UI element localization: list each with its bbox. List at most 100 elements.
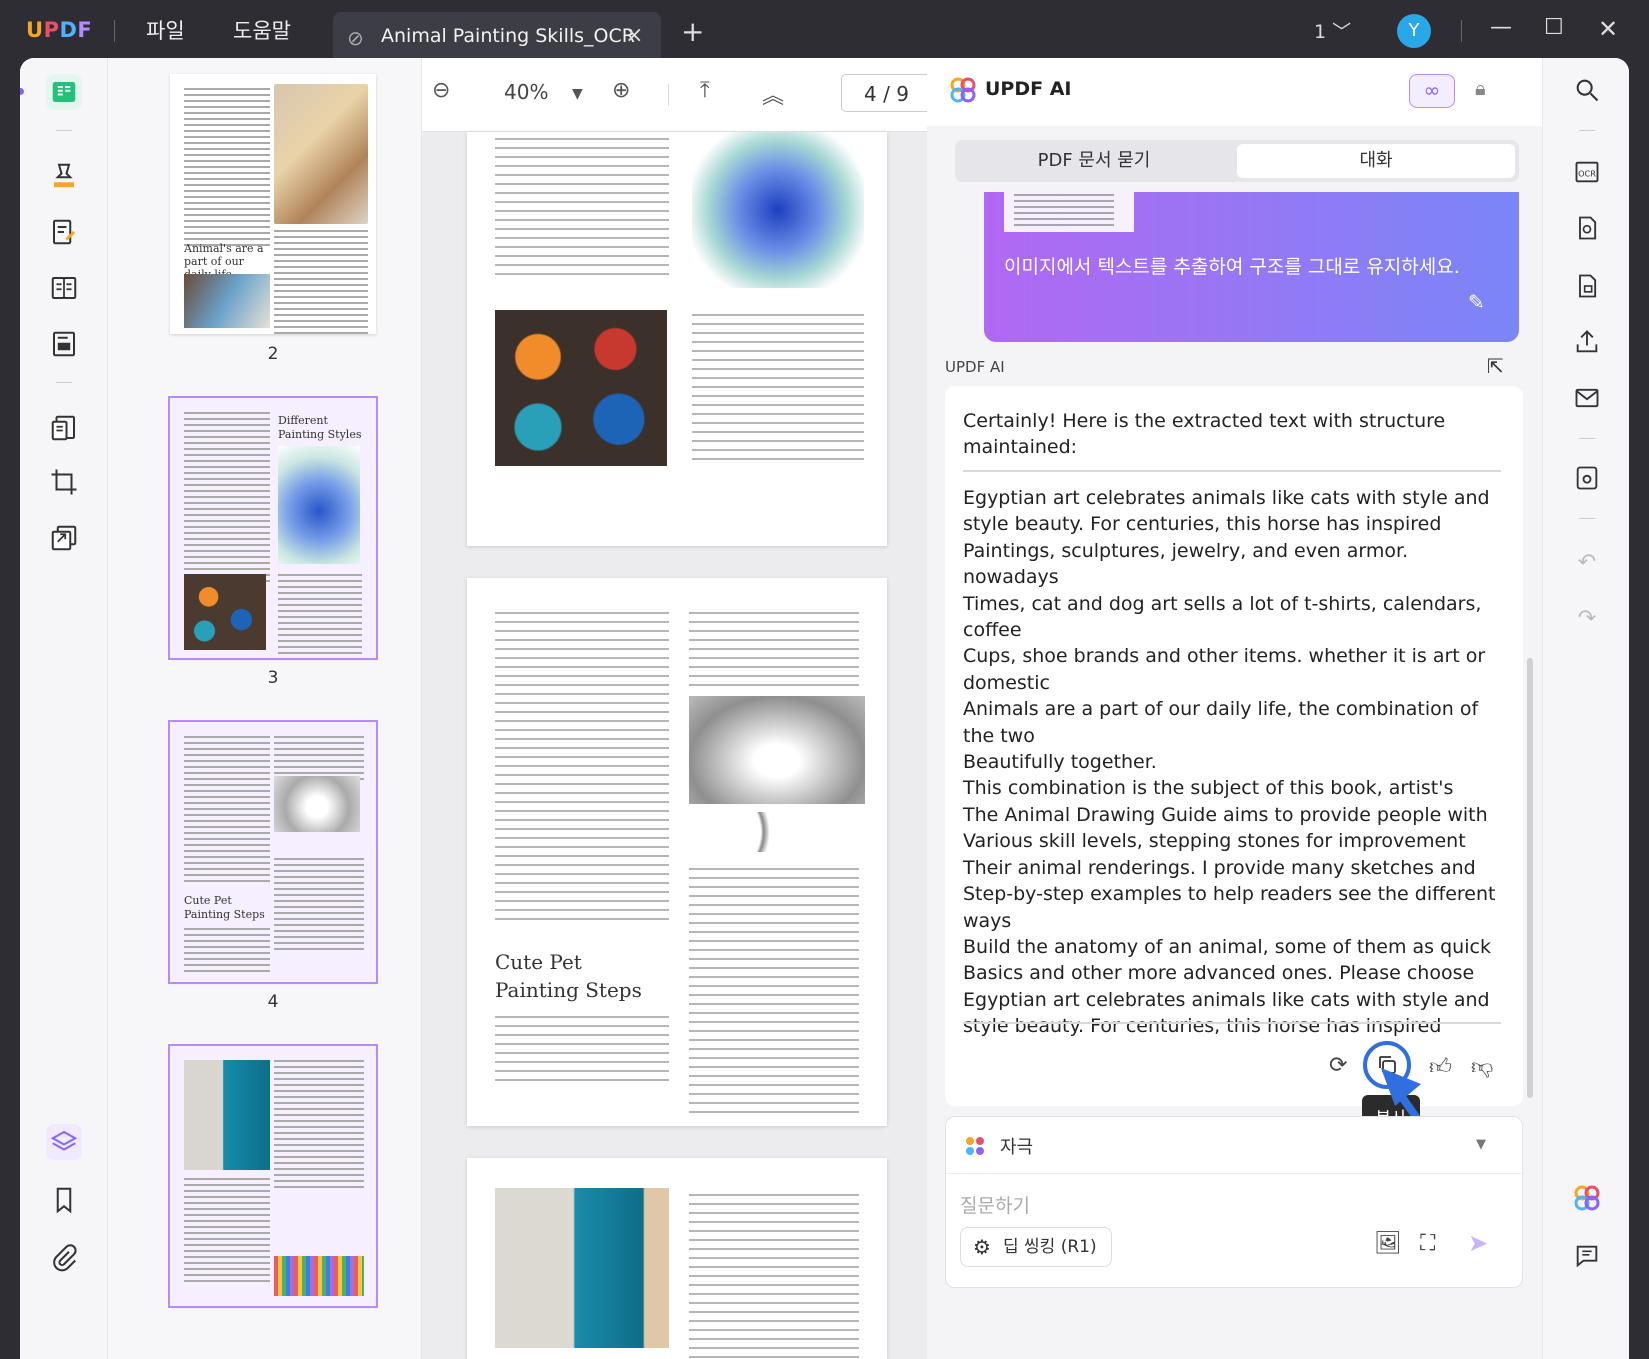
response-line: This combination is the subject of this … xyxy=(963,777,1454,800)
right-toolbar: OCR ↶ ↷ xyxy=(1542,58,1629,1359)
regenerate-icon[interactable]: ⟳ xyxy=(1329,1053,1347,1078)
attached-image-thumbnail xyxy=(1004,192,1134,232)
comment-list-icon[interactable] xyxy=(1571,1240,1603,1272)
save-icon[interactable] xyxy=(1571,462,1603,494)
deep-thinking-icon: ⚙ xyxy=(973,1235,991,1259)
app-body: Animal's are a part of our daily life 2 … xyxy=(20,58,1629,1359)
title-bar: UPDF 파일 도움말 ⊘ Animal Painting Skills_OCR… xyxy=(0,0,1649,64)
previous-page-icon[interactable]: ︽ xyxy=(762,78,784,110)
email-icon[interactable] xyxy=(1571,382,1603,414)
response-line: Their animal renderings. I provide many … xyxy=(963,856,1476,879)
image-upload-icon[interactable]: 🖼︎ xyxy=(1374,1231,1402,1256)
prompt-mode-dropdown-icon[interactable]: ▼ xyxy=(1476,1137,1486,1152)
svg-text:OCR: OCR xyxy=(1578,169,1596,179)
paint-cups-image xyxy=(184,574,266,650)
organize-pages-icon[interactable] xyxy=(46,410,82,446)
edit-pdf-icon[interactable] xyxy=(46,214,82,250)
maximize-button[interactable]: ☐ xyxy=(1544,15,1564,40)
ai-mode-tabs: PDF 문서 묻기 대화 xyxy=(955,140,1519,182)
search-icon[interactable] xyxy=(1571,74,1603,106)
ai-input-box: 자극 ▼ 질문하기 ⚙ 딥 씽킹 (R1) 🖼︎ ⛶ ➤ xyxy=(945,1116,1524,1288)
minimize-button[interactable]: — xyxy=(1490,15,1512,40)
ai-response-body: Egyptian art celebrates animals like cat… xyxy=(963,485,1503,1040)
open-external-icon[interactable]: ⇱ xyxy=(1487,354,1504,378)
thumbnail-number-2: 2 xyxy=(267,344,279,364)
updf-ai-logo-icon xyxy=(949,76,977,104)
zoom-level[interactable]: 40% xyxy=(504,80,548,104)
elephant-door-image xyxy=(184,1060,270,1170)
document-tab[interactable]: ⊘ Animal Painting Skills_OCR × xyxy=(333,12,661,64)
thumbnail-page-5[interactable] xyxy=(168,1044,378,1308)
zoom-out-icon[interactable]: ⊖ xyxy=(432,78,450,103)
corgi-sketch-image xyxy=(689,696,865,804)
first-page-icon[interactable]: ⤒ xyxy=(700,78,710,103)
pdf-page-4: Cute Pet Painting Steps xyxy=(467,578,887,1126)
attachment-icon[interactable] xyxy=(46,1240,82,1276)
response-line: Beautifully together. xyxy=(963,751,1157,774)
new-tab-button[interactable]: + xyxy=(681,15,704,48)
page-organize-icon[interactable] xyxy=(46,270,82,306)
infinity-mode-icon[interactable]: ∞ xyxy=(1409,74,1455,108)
zoom-in-icon[interactable]: ⊕ xyxy=(612,78,630,103)
close-window-button[interactable]: ✕ xyxy=(1598,15,1618,43)
thumbnail-page-3[interactable]: Different Painting Styles xyxy=(168,396,378,660)
protect-pdf-icon[interactable] xyxy=(1571,270,1603,302)
watercolor-image xyxy=(692,132,864,288)
ocr-document-icon: ⊘ xyxy=(347,26,364,50)
response-line: Egyptian art celebrates animals like cat… xyxy=(963,988,1490,1038)
response-line: Build the anatomy of an animal, some of … xyxy=(963,935,1491,958)
deep-thinking-button[interactable]: ⚙ 딥 씽킹 (R1) xyxy=(960,1227,1112,1267)
response-line: Times, cat and dog art sells a lot of t-… xyxy=(963,592,1482,642)
ai-scrollbar[interactable] xyxy=(1527,658,1533,1098)
updf-logo: UPDF xyxy=(26,18,93,42)
question-input[interactable]: 질문하기 xyxy=(960,1191,1030,1218)
zoom-dropdown-icon[interactable]: ▼ xyxy=(572,86,583,102)
thumbnail-page-4[interactable]: Cute Pet Painting Steps xyxy=(168,720,378,984)
edit-message-icon[interactable]: ✎ xyxy=(1468,290,1485,314)
layers-icon[interactable] xyxy=(46,1124,82,1160)
left-toolbar xyxy=(20,58,108,1359)
form-icon[interactable] xyxy=(46,326,82,362)
convert-icon[interactable] xyxy=(46,520,82,556)
redo-icon[interactable]: ↷ xyxy=(1571,602,1603,634)
response-line: Cups, shoe brands and other items. wheth… xyxy=(963,645,1486,694)
watercolor-image xyxy=(278,446,360,564)
convert-pdf-icon[interactable] xyxy=(1571,212,1603,244)
updf-ai-icon[interactable] xyxy=(1571,1182,1603,1214)
viewer-toolbar: ⊖ 40% ▼ ⊕ ⤒ ︽ 4 / 9 xyxy=(422,58,941,132)
thumbnail-number-4: 4 xyxy=(267,992,279,1012)
response-line: Step-by-step examples to help readers se… xyxy=(963,883,1496,932)
undo-icon[interactable]: ↶ xyxy=(1571,546,1603,578)
elephant-door-image xyxy=(495,1188,669,1348)
tab-chat[interactable]: 대화 xyxy=(1237,144,1515,178)
lock-icon[interactable]: 🔒︎ xyxy=(1475,76,1486,100)
screenshot-crop-icon[interactable]: ⛶ xyxy=(1420,1231,1435,1256)
bookmark-icon[interactable] xyxy=(46,1182,82,1218)
menu-file[interactable]: 파일 xyxy=(146,15,185,45)
deep-thinking-label: 딥 씽킹 (R1) xyxy=(1003,1237,1097,1257)
tab-ask-pdf[interactable]: PDF 문서 묻기 xyxy=(959,144,1229,178)
response-line: Various skill levels, stepping stones fo… xyxy=(963,830,1466,853)
ai-panel: UPDF AI ∞ 🔒︎ PDF 문서 묻기 대화 이미지에서 텍스트를 추출하… xyxy=(927,58,1542,1359)
close-tab-icon[interactable]: × xyxy=(625,23,643,48)
ocr-icon[interactable]: OCR xyxy=(1571,156,1603,188)
ai-title: UPDF AI xyxy=(985,78,1072,100)
comment-highlight-icon[interactable] xyxy=(46,158,82,194)
thumbnail-panel: Animal's are a part of our daily life 2 … xyxy=(108,58,422,1359)
page-number-input[interactable]: 4 / 9 xyxy=(841,74,941,112)
avatar[interactable]: Y xyxy=(1397,14,1431,48)
response-line: Animals are a part of our daily life, th… xyxy=(963,698,1479,747)
share-icon[interactable] xyxy=(1571,326,1603,358)
thumbnail-page-2[interactable]: Animal's are a part of our daily life xyxy=(170,74,376,334)
thumbnail-heading-4: Cute Pet Painting Steps xyxy=(184,894,265,921)
thumbnail-heading-3: Different Painting Styles xyxy=(278,414,362,441)
paint-cups-image xyxy=(495,310,667,466)
window-count-dropdown[interactable]: 1 ﹀ xyxy=(1314,17,1351,44)
menu-help[interactable]: 도움말 xyxy=(233,15,291,45)
prompt-mode-label[interactable]: 자극 xyxy=(1000,1133,1033,1159)
crop-icon[interactable] xyxy=(46,464,82,500)
reader-icon[interactable] xyxy=(46,74,82,110)
send-icon[interactable]: ➤ xyxy=(1468,1229,1488,1257)
prompt-mode-icon xyxy=(964,1135,986,1157)
response-line: Egyptian art celebrates animals like cat… xyxy=(963,487,1490,536)
